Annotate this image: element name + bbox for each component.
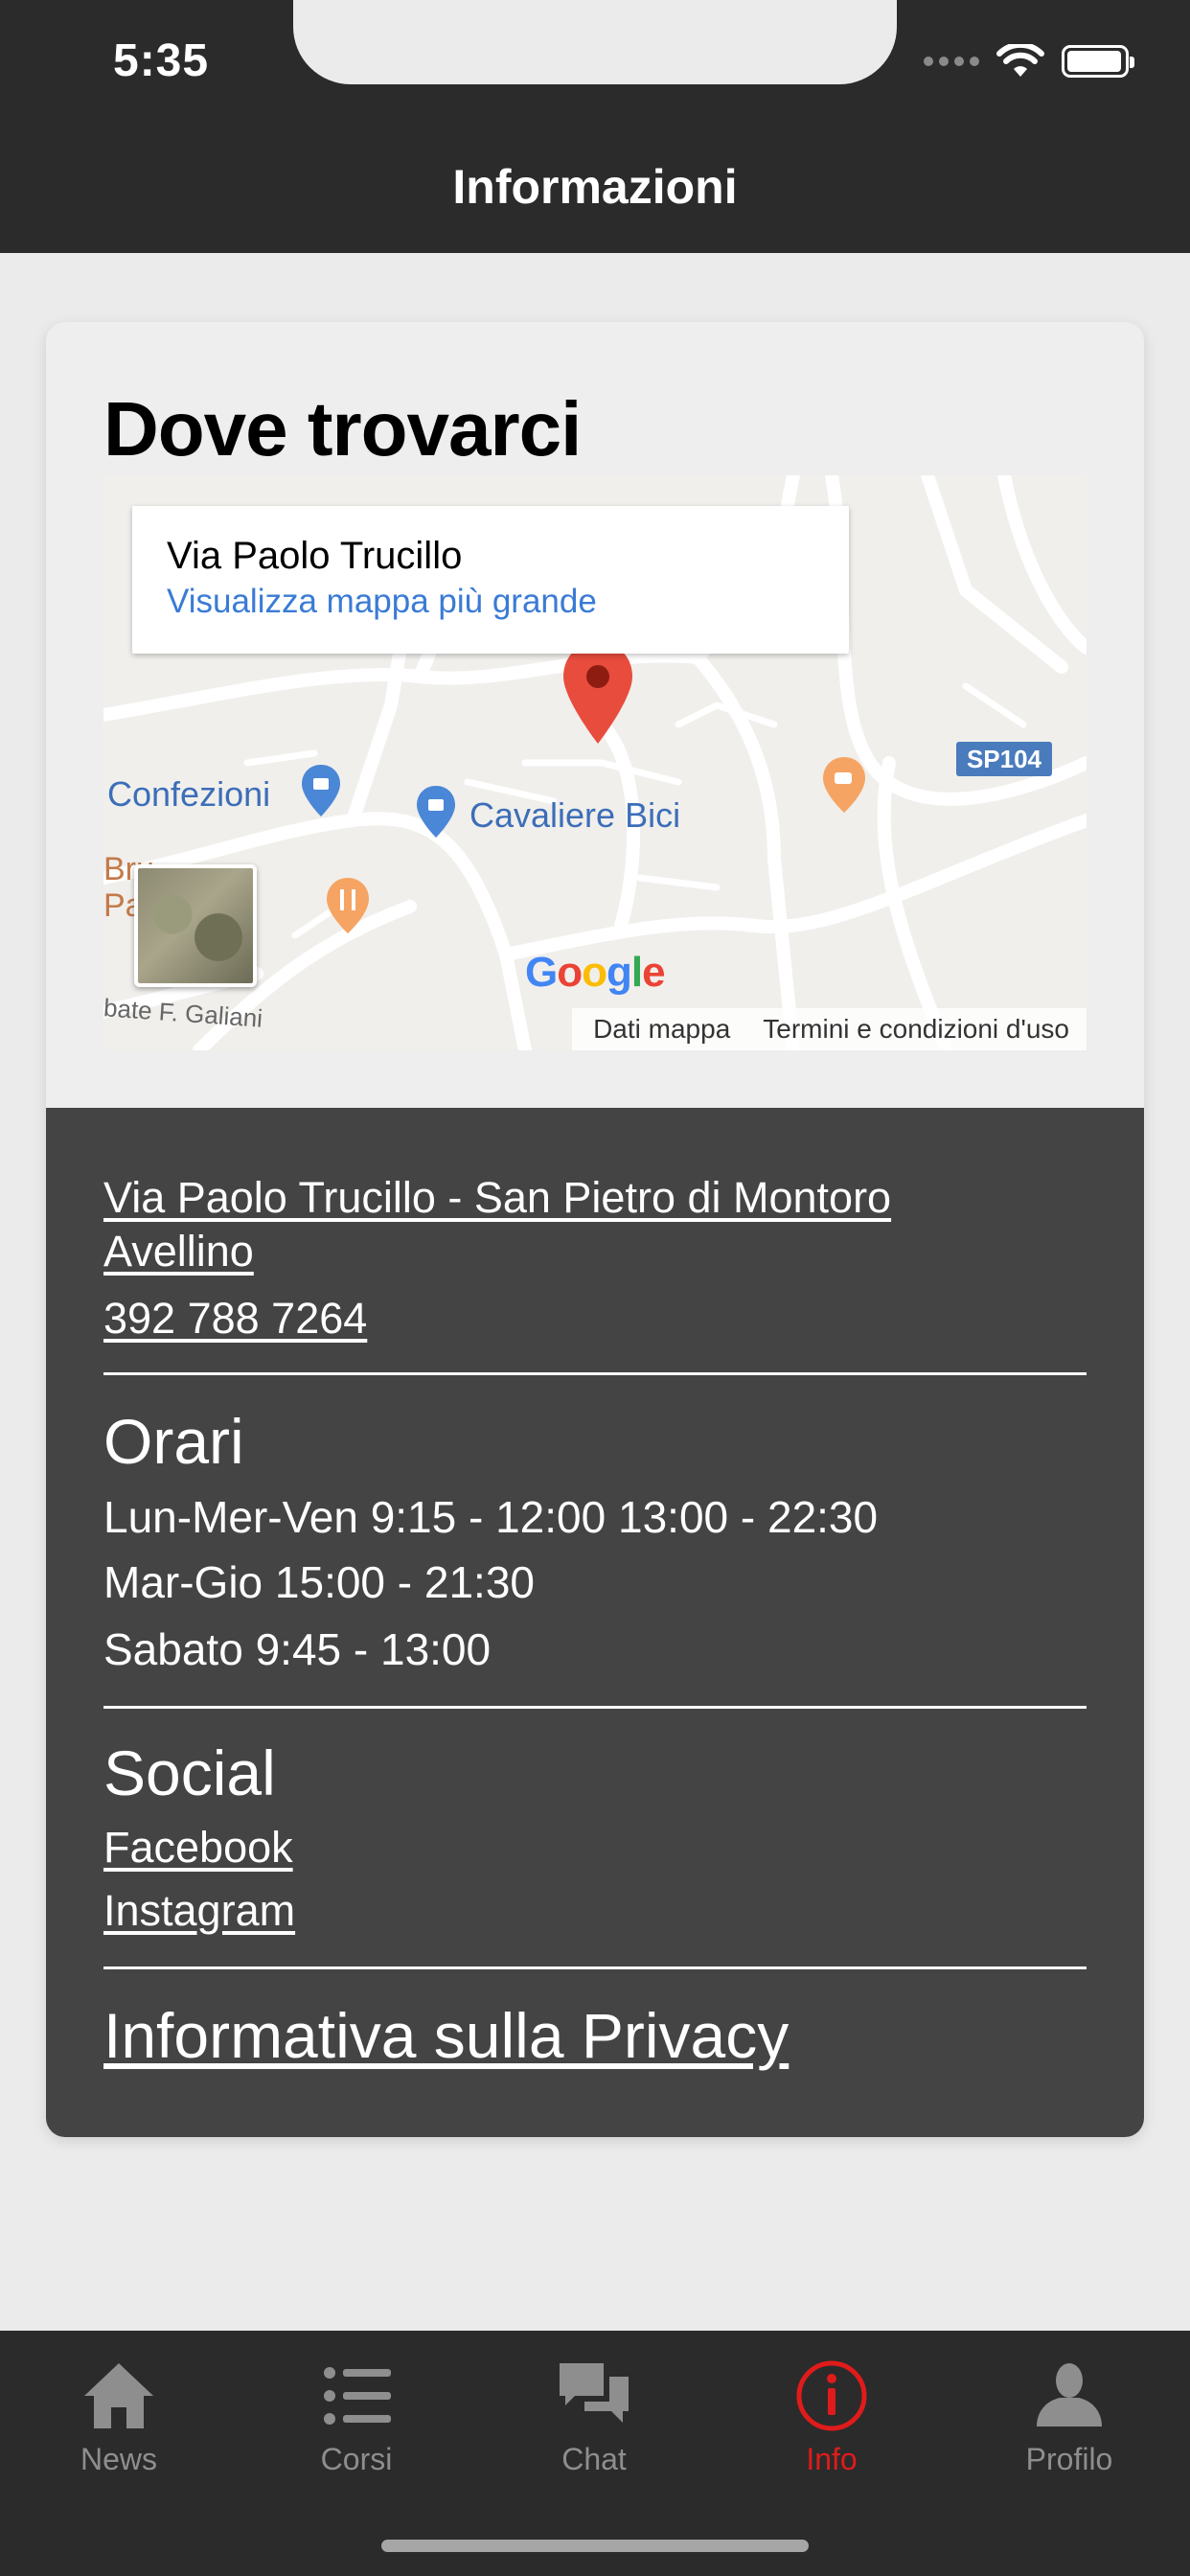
map-data-link[interactable]: Dati mappa <box>593 1014 730 1045</box>
map-footer: Dati mappa Termini e condizioni d'uso <box>572 1008 1087 1050</box>
person-icon <box>1037 2363 1102 2426</box>
tab-label: News <box>80 2442 157 2476</box>
tab-info[interactable]: Info <box>736 2358 927 2492</box>
tab-label: Info <box>806 2442 858 2476</box>
details-section: Via Paolo Trucillo - San Pietro di Monto… <box>46 1108 1144 2137</box>
facebook-link[interactable]: Facebook <box>103 1823 293 1873</box>
info-icon <box>796 2360 867 2431</box>
view-larger-map-link[interactable]: Visualizza mappa più grande <box>167 583 597 621</box>
divider <box>103 1706 1087 1709</box>
shop-pin-icon <box>417 786 455 838</box>
phone-link[interactable]: 392 788 7264 <box>103 1294 367 1344</box>
address-city-link[interactable]: Avellino <box>103 1227 254 1276</box>
divider <box>103 1372 1087 1375</box>
hours-line: Lun-Mer-Ven 9:15 - 12:00 13:00 - 22:30 <box>103 1492 879 1542</box>
map-label-confezioni: Confezioni <box>107 774 271 814</box>
map-terms-link[interactable]: Termini e condizioni d'uso <box>763 1014 1069 1045</box>
list-icon <box>324 2367 391 2425</box>
instagram-link[interactable]: Instagram <box>103 1886 295 1936</box>
shop-pin-icon <box>302 765 340 816</box>
map-label-cavaliere-bici: Cavaliere Bici <box>469 795 681 835</box>
tab-label: Chat <box>561 2442 627 2476</box>
tab-label: Profilo <box>1025 2442 1113 2476</box>
top-bar: 5:35 Informazioni <box>0 0 1190 253</box>
tab-news[interactable]: News <box>23 2358 215 2492</box>
location-section: Dove trovarci Via Paolo Trucillo Visuali… <box>46 322 1144 1108</box>
tab-label: Corsi <box>320 2442 393 2476</box>
satellite-toggle-thumbnail[interactable] <box>134 864 257 987</box>
page-title: Informazioni <box>452 160 738 214</box>
tab-corsi[interactable]: Corsi <box>261 2358 452 2492</box>
status-icons <box>924 42 1134 80</box>
map-popup[interactable]: Via Paolo Trucillo Visualizza mappa più … <box>132 506 849 654</box>
hours-title: Orari <box>103 1406 244 1477</box>
hours-line: Mar-Gio 15:00 - 21:30 <box>103 1557 536 1607</box>
location-pin-icon <box>563 642 632 744</box>
battery-icon <box>1062 45 1134 78</box>
signal-icon <box>924 57 979 66</box>
info-card: Dove trovarci Via Paolo Trucillo Visuali… <box>46 322 1144 2137</box>
wifi-icon <box>996 44 1044 77</box>
home-icon <box>84 2363 153 2428</box>
notch <box>293 0 897 84</box>
cafe-pin-icon <box>823 757 865 813</box>
popup-title: Via Paolo Trucillo <box>167 535 463 577</box>
map-view[interactable]: Via Paolo Trucillo Visualizza mappa più … <box>103 475 1087 1050</box>
road-badge: SP104 <box>956 742 1052 776</box>
google-logo: Google <box>525 949 666 996</box>
social-title: Social <box>103 1737 276 1808</box>
hours-line: Sabato 9:45 - 13:00 <box>103 1624 492 1674</box>
chat-icon <box>560 2363 629 2423</box>
address-link[interactable]: Via Paolo Trucillo - San Pietro di Monto… <box>103 1173 891 1223</box>
tab-chat[interactable]: Chat <box>498 2358 690 2492</box>
location-title: Dove trovarci <box>103 386 582 472</box>
status-time: 5:35 <box>113 35 210 86</box>
restaurant-pin-icon <box>327 878 369 933</box>
tab-profilo[interactable]: Profilo <box>973 2358 1165 2492</box>
home-indicator[interactable] <box>381 2540 809 2552</box>
privacy-link[interactable]: Informativa sulla Privacy <box>103 1999 789 2072</box>
divider <box>103 1966 1087 1969</box>
